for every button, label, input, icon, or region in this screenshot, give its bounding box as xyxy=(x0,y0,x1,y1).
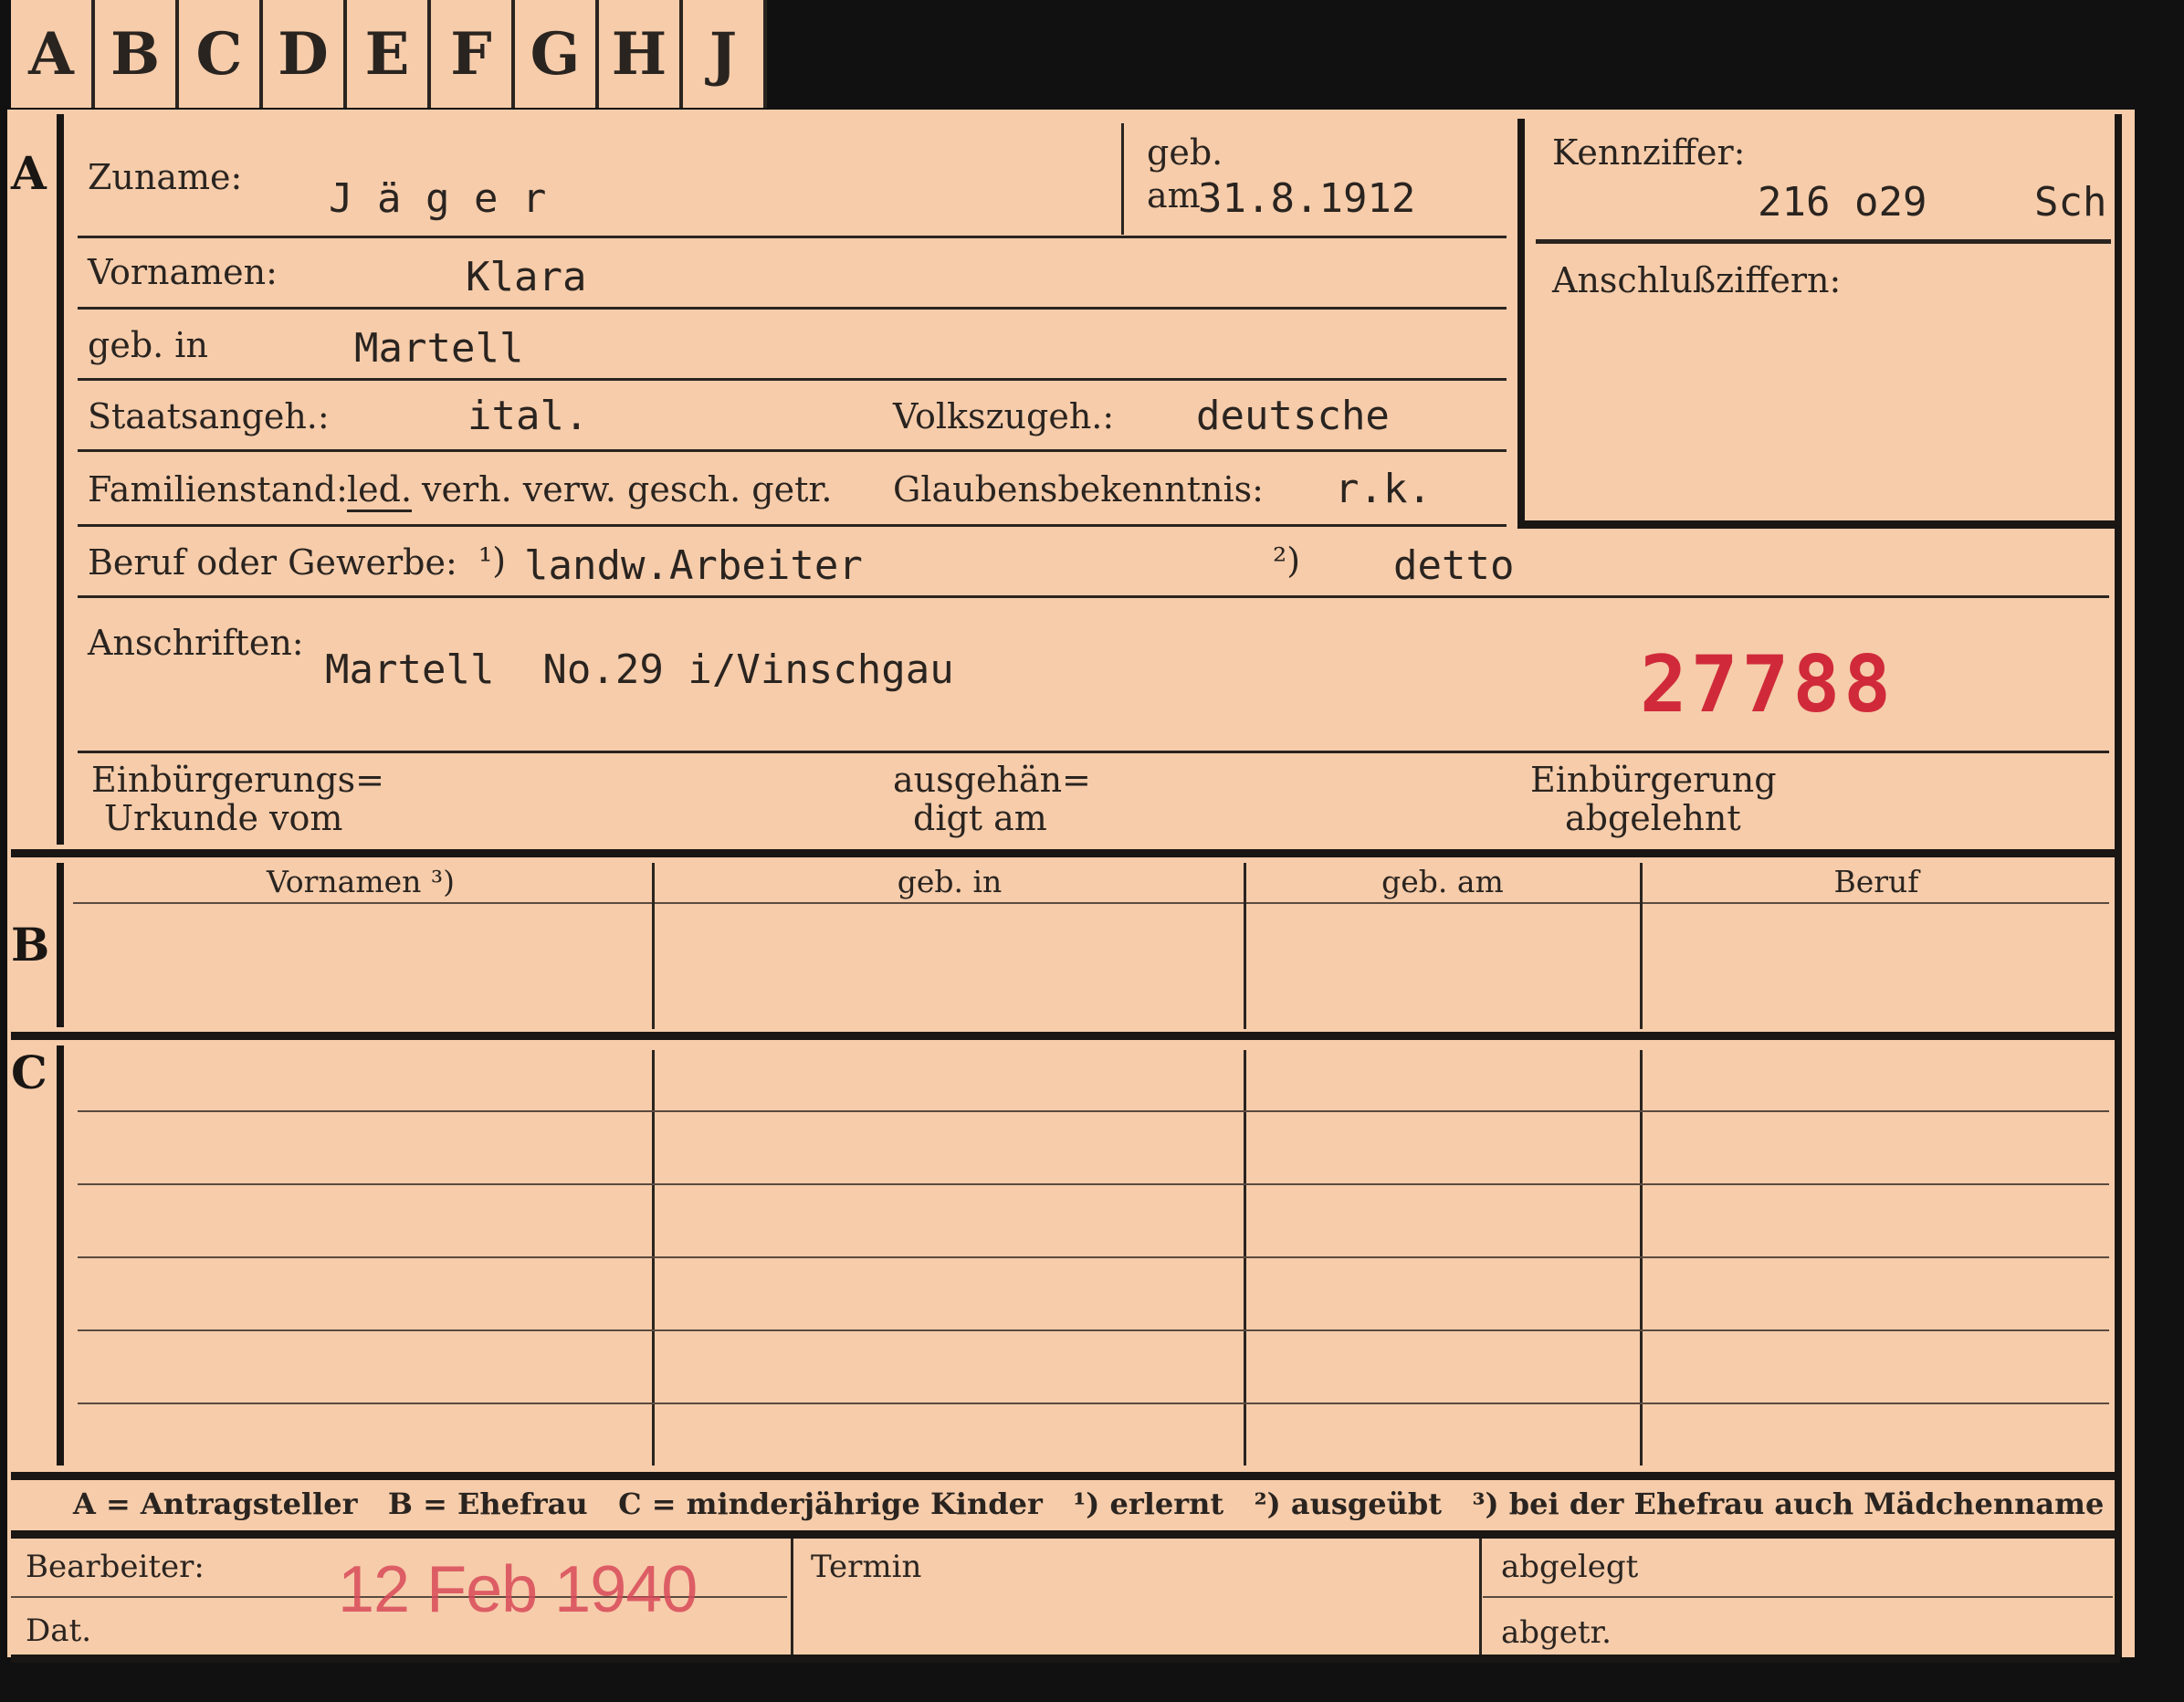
card-bottom-rule xyxy=(11,1655,2120,1663)
einb-label-2: Urkunde vom xyxy=(104,798,343,838)
volks-label: Volkszugeh.: xyxy=(893,396,1115,436)
rule xyxy=(791,1539,793,1657)
rule xyxy=(78,1403,2109,1404)
date-stamp: 12 Feb 1940 xyxy=(338,1553,698,1626)
rule xyxy=(78,1110,2109,1112)
tab-f[interactable]: F xyxy=(431,0,515,108)
zuname-label: Zuname: xyxy=(88,157,243,197)
anschr-label: Anschriften: xyxy=(88,623,304,663)
tab-b[interactable]: B xyxy=(95,0,179,108)
beruf-label: Beruf oder Gewerbe: xyxy=(88,542,457,583)
beruf-value-1[interactable]: landw.Arbeiter xyxy=(524,542,863,589)
rule xyxy=(78,1256,2109,1258)
geb-am-value[interactable]: 31.8.1912 xyxy=(1198,175,1415,222)
tab-h[interactable]: H xyxy=(599,0,683,108)
rule xyxy=(78,1329,2109,1331)
gebin-value[interactable]: Martell xyxy=(354,325,523,372)
kennziffer-box-bottom xyxy=(1517,520,2120,529)
section-b-letter: B xyxy=(11,918,50,972)
rule xyxy=(1121,123,1124,235)
famstand-options: verh. verw. gesch. getr. xyxy=(422,469,833,510)
stamp-number: 27788 xyxy=(1640,639,1895,730)
index-tabs: A B C D E F G H J xyxy=(11,0,767,111)
rule xyxy=(78,449,1507,452)
vornamen-value[interactable]: Klara xyxy=(466,254,586,300)
rule xyxy=(1483,1596,2113,1598)
section-a-border xyxy=(57,114,64,845)
einb-label-1: Einbürgerungs= xyxy=(91,760,384,800)
rule xyxy=(78,378,1507,381)
kennziffer-box-left xyxy=(1517,119,1525,528)
rule xyxy=(1640,863,1643,1029)
vornamen-label: Vornamen: xyxy=(88,252,278,292)
abgelegt-label: abgelegt xyxy=(1501,1549,1639,1585)
rule xyxy=(78,595,2109,598)
rule xyxy=(1244,863,1246,1029)
col-header-vornamen: Vornamen ³) xyxy=(266,864,456,899)
anschr-value[interactable]: Martell No.29 i/Vinschgau xyxy=(325,646,954,693)
section-divider-bc xyxy=(11,1032,2120,1040)
col-header-gebin: geb. in xyxy=(897,864,1003,899)
legend-text: A = Antragsteller B = Ehefrau C = minder… xyxy=(73,1487,2105,1521)
tab-j[interactable]: J xyxy=(683,0,767,108)
section-a-letter: A xyxy=(11,146,47,200)
dat-label: Dat. xyxy=(26,1613,92,1649)
staat-label: Staatsangeh.: xyxy=(88,396,330,436)
kennziffer-value[interactable]: 216 o29 xyxy=(1758,179,1927,226)
tab-c[interactable]: C xyxy=(179,0,263,108)
beruf-value-2[interactable]: detto xyxy=(1393,542,1514,589)
abgelehnt-label-2: abgelehnt xyxy=(1565,798,1741,838)
abgelehnt-label-1: Einbürgerung xyxy=(1530,760,1777,800)
rule xyxy=(1479,1539,1482,1657)
col-header-beruf: Beruf xyxy=(1833,864,1919,899)
beruf-marker-1: ¹) xyxy=(478,541,507,581)
am-label: am xyxy=(1147,175,1201,215)
termin-label: Termin xyxy=(811,1549,922,1585)
bearbeiter-label: Bearbeiter: xyxy=(26,1549,205,1585)
legend-top-rule xyxy=(11,1472,2120,1480)
anschluss-label: Anschlußziffern: xyxy=(1552,260,1842,300)
tab-d[interactable]: D xyxy=(263,0,347,108)
rule xyxy=(73,902,2109,904)
section-c-letter: C xyxy=(11,1045,47,1099)
ausgeh-label-2: digt am xyxy=(913,798,1047,838)
zuname-value[interactable]: J ä g e r xyxy=(329,175,546,222)
right-border xyxy=(2115,114,2122,1657)
rule xyxy=(78,524,1507,527)
tab-a[interactable]: A xyxy=(11,0,95,108)
famstand-selected[interactable]: led. xyxy=(347,469,413,512)
abgetr-label: abgetr. xyxy=(1501,1614,1612,1651)
kennziffer-label: Kennziffer: xyxy=(1552,132,1746,173)
col-header-gebam: geb. am xyxy=(1381,864,1504,899)
kennziffer-suffix: Sch xyxy=(2034,179,2107,226)
beruf-marker-2: ²) xyxy=(1273,541,1301,581)
staat-value[interactable]: ital. xyxy=(467,393,588,439)
section-divider-ab xyxy=(11,849,2120,857)
rule xyxy=(78,307,1507,310)
ausgeh-label-1: ausgehän= xyxy=(893,760,1091,800)
rule xyxy=(652,863,655,1029)
section-b-border xyxy=(57,863,64,1027)
kennziffer-divider xyxy=(1536,239,2111,244)
geb-label: geb. xyxy=(1147,132,1223,173)
volks-value[interactable]: deutsche xyxy=(1196,393,1390,439)
gebin-label: geb. in xyxy=(88,325,208,365)
legend-bottom-rule xyxy=(11,1530,2120,1539)
famstand-label: Familienstand: xyxy=(88,469,348,510)
glaube-value[interactable]: r.k. xyxy=(1335,466,1432,512)
tab-e[interactable]: E xyxy=(347,0,431,108)
rule xyxy=(78,236,1507,238)
rule xyxy=(78,1183,2109,1185)
rule xyxy=(78,751,2109,753)
glaube-label: Glaubensbekenntnis: xyxy=(893,469,1264,510)
tab-g[interactable]: G xyxy=(515,0,599,108)
section-c-border xyxy=(57,1045,64,1466)
